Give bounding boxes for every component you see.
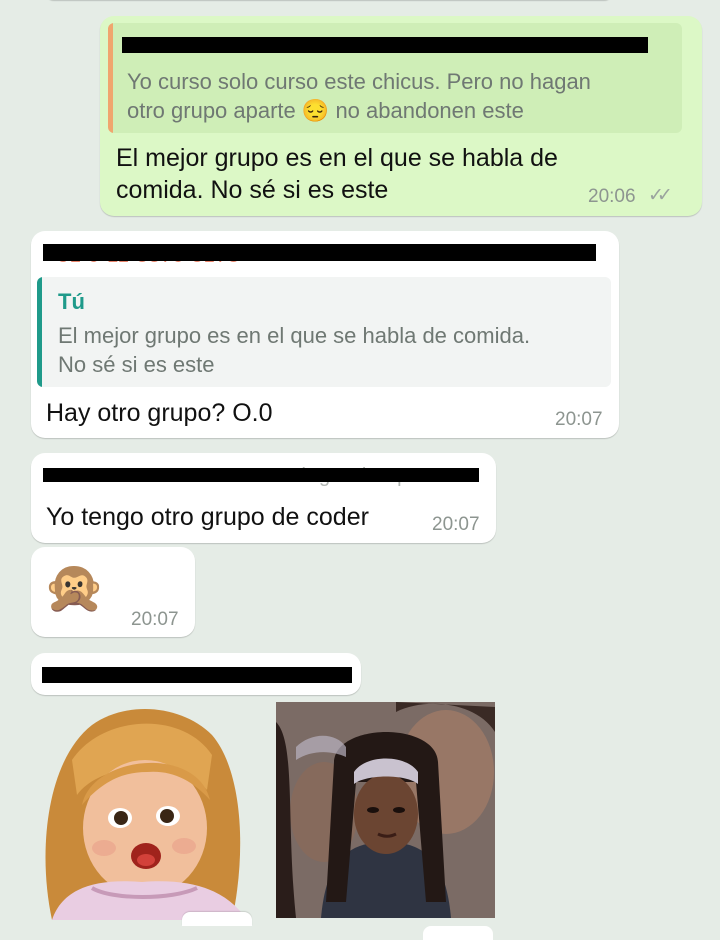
redaction-bar: [43, 244, 596, 261]
incoming-message-bubble[interactable]: 🙊 20:07: [31, 547, 195, 637]
speak-no-evil-monkey-icon: 🙊: [43, 559, 106, 615]
message-timestamp: 20:06: [588, 186, 636, 207]
quoted-message[interactable]: +51 9 11 3379 3173 Yo curso solo curso e…: [108, 23, 682, 133]
quoted-message-text: El mejor grupo es en el que se habla de …: [58, 323, 531, 377]
sticker-timestamp-pill: [182, 912, 252, 926]
message-text: Hay otro grupo? O.0: [46, 399, 273, 427]
read-receipt-icon: ✓✓: [648, 185, 673, 206]
woman-collage-image: [276, 702, 495, 918]
quoted-author: Tú: [58, 289, 85, 314]
message-text: Yo tengo otro grupo de coder: [46, 503, 369, 531]
outgoing-message-bubble[interactable]: +51 9 11 3379 3173 Yo curso solo curso e…: [100, 16, 702, 216]
redaction-bar: [43, 468, 479, 482]
message-timestamp: 20:07: [131, 609, 179, 630]
incoming-message-bubble[interactable]: +51 9 11 3379 3173 Tú El mejor grupo es …: [31, 231, 619, 438]
woman-collage-sticker[interactable]: [276, 702, 495, 940]
pensive-face-icon: 😔: [301, 98, 330, 123]
shocked-girl-sticker[interactable]: [32, 700, 254, 926]
message-timestamp: 20:07: [555, 409, 603, 430]
redaction-bar: [42, 667, 352, 683]
message-text: El mejor grupo es en el que se habla de …: [116, 144, 558, 204]
quote-accent-bar: [108, 23, 113, 133]
quoted-message-text: Yo curso solo curso este chicus. Pero no…: [127, 69, 591, 123]
sticker-timestamp-pill: [423, 926, 493, 940]
incoming-message-bubble[interactable]: +51 9 11 5111 0963 ~Santiago Tiempo Yo t…: [31, 453, 496, 543]
quoted-message[interactable]: Tú El mejor grupo es en el que se habla …: [37, 277, 611, 387]
message-timestamp: 20:07: [432, 514, 480, 535]
quote-accent-bar: [37, 277, 42, 387]
redaction-bar: [122, 37, 648, 53]
incoming-message-bubble[interactable]: +51 9 11 3379 3173: [31, 653, 361, 695]
shocked-girl-image: [45, 708, 247, 920]
